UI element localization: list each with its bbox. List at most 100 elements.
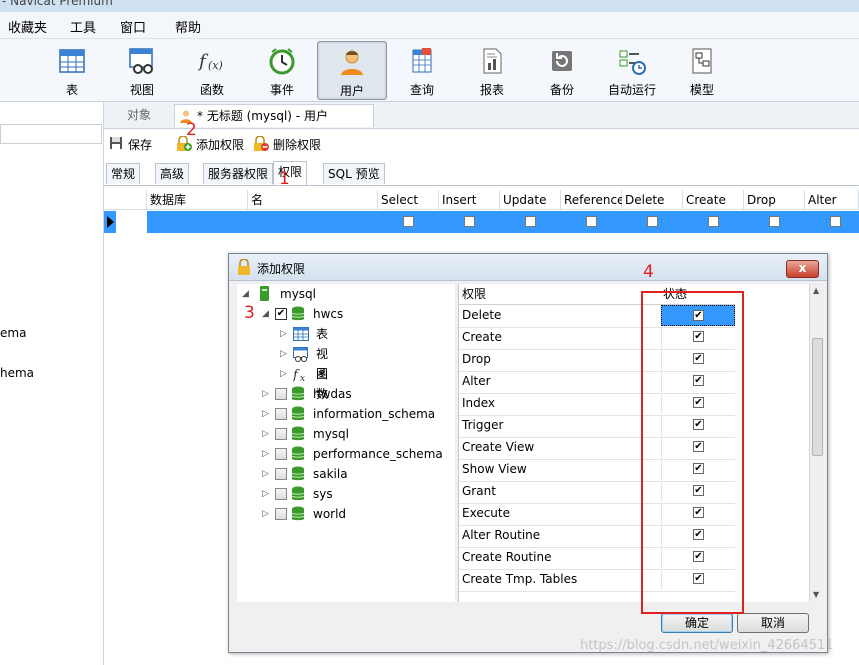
collapsed-caret-icon: ▷ <box>280 329 287 339</box>
column-header-drop[interactable]: Drop <box>744 190 805 210</box>
tree-db-item[interactable]: ▷ mysql <box>237 424 453 444</box>
toolbar-query-label: 查询 <box>409 83 434 97</box>
tab-objects[interactable]: 对象 <box>104 104 174 127</box>
database-icon <box>291 466 305 481</box>
menu-help[interactable]: 帮助 <box>175 17 201 36</box>
scroll-down-icon[interactable]: ▼ <box>813 590 819 599</box>
database-icon <box>291 446 305 461</box>
collapsed-caret-icon: ▷ <box>262 409 269 419</box>
toolbar-backup-button[interactable]: 备份 <box>528 41 596 98</box>
insert-checkbox[interactable] <box>464 216 475 227</box>
table-row[interactable] <box>104 211 859 233</box>
toolbar-report-button[interactable]: 报表 <box>458 41 526 98</box>
tree-db-item[interactable]: ▷ information_schema <box>237 404 453 424</box>
collapsed-caret-icon: ▷ <box>262 389 269 399</box>
column-header-insert[interactable]: Insert <box>439 190 500 210</box>
reference-checkbox[interactable] <box>586 216 597 227</box>
alter-checkbox[interactable] <box>830 216 841 227</box>
tree-db-hwcs[interactable]: ◢ ✔ hwcs <box>237 304 453 324</box>
column-header-alter[interactable]: Alter <box>805 190 859 210</box>
privilege-grid: 数据库 名 Select Insert Update Reference Del… <box>104 190 859 234</box>
left-tree-item[interactable]: ema <box>0 326 26 340</box>
watermark: https://blog.csdn.net/weixin_42664511 <box>580 638 834 653</box>
db-checkbox[interactable] <box>275 388 287 400</box>
function-icon: fx <box>293 368 305 382</box>
user-action-bar: 保存 添加权限 删除权限 <box>104 131 859 157</box>
database-icon <box>291 506 305 521</box>
cancel-button[interactable]: 取消 <box>737 613 809 633</box>
menu-favorites[interactable]: 收藏夹 <box>8 17 47 36</box>
privilege-name: Create Tmp. Tables <box>462 572 578 586</box>
tree-node-tables-label: 表 <box>316 327 329 341</box>
table-icon <box>293 327 309 341</box>
view-icon <box>129 48 153 74</box>
tree-db-item[interactable]: ▷ sakila <box>237 464 453 484</box>
toolbar-model-button[interactable]: 模型 <box>668 41 736 98</box>
column-header-update[interactable]: Update <box>500 190 561 210</box>
privilege-scrollbar[interactable]: ▲ ▼ <box>809 284 825 602</box>
tab-advanced[interactable]: 高级 <box>155 163 190 184</box>
tree-db-label: hwcs <box>313 307 344 321</box>
schedule-icon <box>619 50 646 75</box>
ok-button[interactable]: 确定 <box>661 613 733 633</box>
toolbar-user-button[interactable]: 用户 <box>317 41 387 100</box>
column-header-delete[interactable]: Delete <box>622 190 683 210</box>
add-privilege-label: 添加权限 <box>196 138 245 152</box>
column-header-name[interactable]: 名 <box>248 190 378 210</box>
expanded-caret-icon: ◢ <box>242 289 249 299</box>
toolbar-table-button[interactable]: 表 <box>38 41 106 98</box>
menu-tools[interactable]: 工具 <box>70 17 96 36</box>
db-checkbox[interactable] <box>275 428 287 440</box>
privilege-column-header[interactable]: 权限 <box>462 284 486 304</box>
db-checkbox[interactable] <box>275 448 287 460</box>
left-tree-item[interactable]: hema <box>0 366 34 380</box>
tab-untitled-user-label: * 无标题 (mysql) - 用户 <box>197 109 328 123</box>
toolbar-event-button[interactable]: 事件 <box>248 41 316 98</box>
lock-icon <box>238 259 250 275</box>
close-button[interactable]: x <box>786 260 819 278</box>
db-checkbox[interactable] <box>275 468 287 480</box>
db-checkbox[interactable] <box>275 488 287 500</box>
toolbar-function-button[interactable]: f (x) 函数 <box>178 41 246 98</box>
toolbar-schedule-button[interactable]: 自动运行 <box>598 41 666 98</box>
toolbar-backup-label: 备份 <box>549 83 574 97</box>
collapsed-caret-icon: ▷ <box>262 509 269 519</box>
save-label: 保存 <box>128 138 153 152</box>
update-checkbox[interactable] <box>525 216 536 227</box>
highlight-box <box>641 291 744 614</box>
create-checkbox[interactable] <box>708 216 719 227</box>
dialog-title: 添加权限 <box>257 262 306 276</box>
tab-sql-preview[interactable]: SQL 预览 <box>323 163 385 184</box>
tree-db-item[interactable]: ▷ performance_schema <box>237 444 453 464</box>
model-icon <box>692 48 712 74</box>
tree-db-item[interactable]: ▷ world <box>237 504 453 524</box>
privilege-name: Alter Routine <box>462 528 541 542</box>
delete-privilege-label: 删除权限 <box>273 138 322 152</box>
column-header-create[interactable]: Create <box>683 190 744 210</box>
toolbar-query-button[interactable]: 查询 <box>388 41 456 98</box>
menu-window[interactable]: 窗口 <box>120 17 146 36</box>
tab-general[interactable]: 常规 <box>106 163 141 184</box>
db-checkbox[interactable] <box>275 508 287 520</box>
tree-db-item[interactable]: ▷ sys <box>237 484 453 504</box>
delete-lock-icon <box>254 136 269 151</box>
tab-untitled-user[interactable]: * 无标题 (mysql) - 用户 <box>174 104 374 127</box>
select-checkbox[interactable] <box>403 216 414 227</box>
db-checkbox[interactable] <box>275 408 287 420</box>
tab-server-privileges[interactable]: 服务器权限 <box>203 163 274 184</box>
delete-checkbox[interactable] <box>647 216 658 227</box>
hwcs-checkbox[interactable]: ✔ <box>275 308 287 320</box>
column-header-reference[interactable]: Reference <box>561 190 624 210</box>
window-titlebar: - Navicat Premium <box>0 0 859 12</box>
toolbar-table-label: 表 <box>65 83 78 97</box>
column-header-select[interactable]: Select <box>378 190 439 210</box>
toolbar-view-button[interactable]: 视图 <box>108 41 176 98</box>
tree-db-label: sakila <box>313 467 348 481</box>
drop-checkbox[interactable] <box>769 216 780 227</box>
grid-row-header <box>104 190 147 210</box>
tree-db-item[interactable]: ▷ hwdas <box>237 384 453 404</box>
column-header-database[interactable]: 数据库 <box>147 190 248 210</box>
scrollbar-thumb[interactable] <box>812 338 823 456</box>
left-search-input[interactable] <box>0 124 102 144</box>
scroll-up-icon[interactable]: ▲ <box>813 286 819 295</box>
